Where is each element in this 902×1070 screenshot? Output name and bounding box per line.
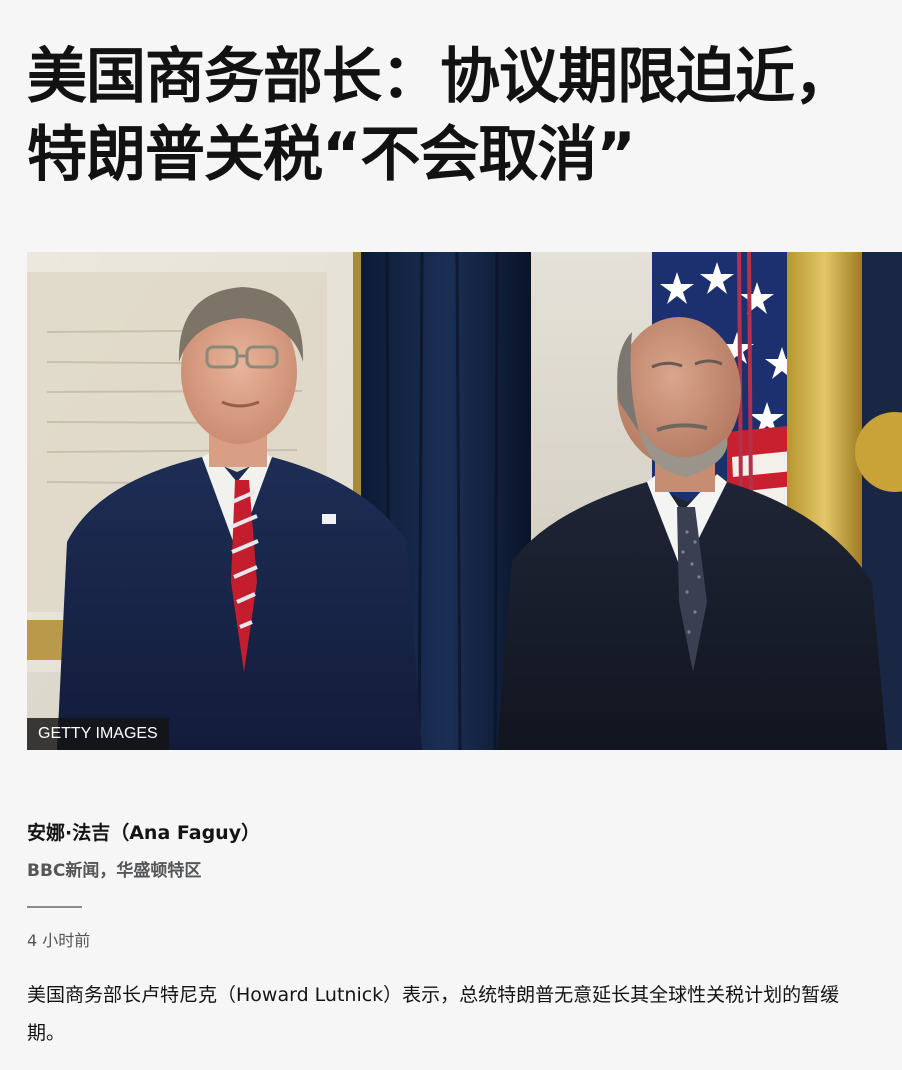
author-name[interactable]: 安娜·法吉（Ana Faguy）: [27, 818, 877, 848]
byline-divider: [27, 906, 82, 908]
headline-line-1: 美国商务部长：协议期限迫近，: [27, 42, 854, 112]
photo-two-officials: [27, 252, 902, 750]
author-role: BBC新闻，华盛顿特区: [27, 861, 202, 881]
article-image: GETTY IMAGES: [27, 252, 902, 750]
image-credit: GETTY IMAGES: [27, 718, 169, 750]
article-headline: 美国商务部长：协议期限迫近， 特朗普关税“不会取消”: [27, 38, 877, 194]
byline: 安娜·法吉（Ana Faguy） BBC新闻，华盛顿特区: [27, 818, 877, 884]
timestamp: 4 小时前: [27, 931, 91, 950]
headline-line-2: 特朗普关税“不会取消”: [27, 120, 636, 190]
article-page: 美国商务部长：协议期限迫近， 特朗普关税“不会取消” GETTY IMAGES …: [0, 0, 902, 1070]
lead-paragraph: 美国商务部长卢特尼克（Howard Lutnick）表示，总统特朗普无意延长其全…: [27, 984, 840, 1044]
